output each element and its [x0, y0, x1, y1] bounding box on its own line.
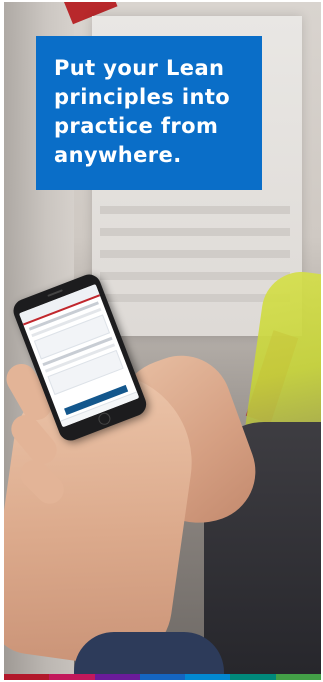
- brand-stripe-segment: [230, 674, 276, 680]
- headline-box: Put your Lean principles into practice f…: [36, 36, 262, 190]
- brand-stripe-segment: [94, 674, 140, 680]
- brand-stripe-segment: [139, 674, 186, 680]
- brand-stripe-segment: [4, 674, 50, 680]
- background-board-rows: [100, 192, 290, 316]
- brand-stripe-segment: [275, 674, 321, 680]
- brand-stripe-segment: [185, 674, 231, 680]
- brand-stripe-segment: [49, 674, 95, 680]
- worker-sleeve: [74, 632, 224, 674]
- headline-text: Put your Lean principles into practice f…: [54, 56, 231, 167]
- brand-color-stripe: [4, 674, 321, 680]
- phone-speaker: [47, 289, 63, 297]
